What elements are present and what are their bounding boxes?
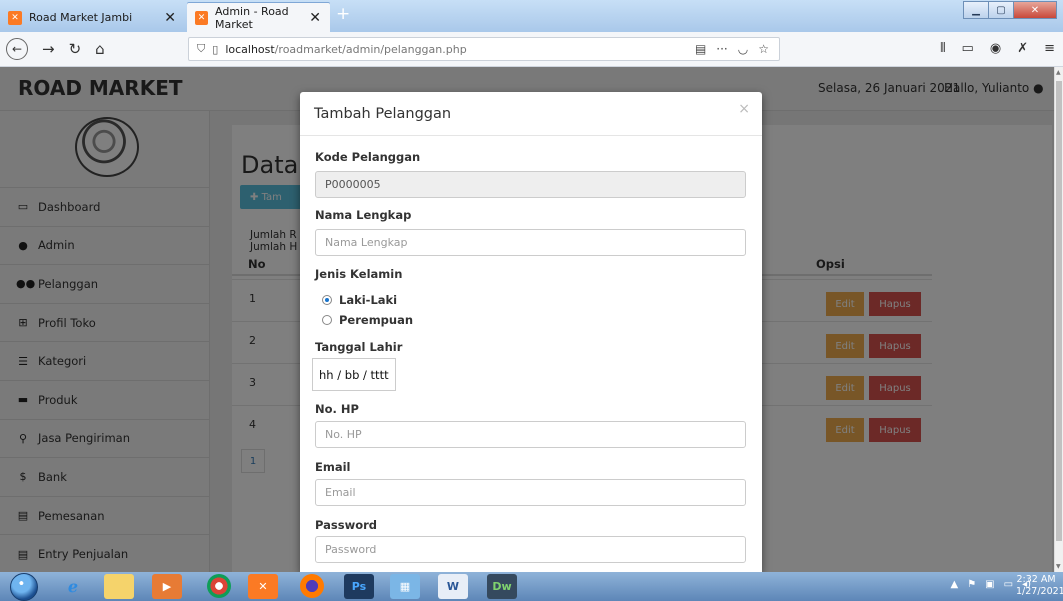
close-tab-icon[interactable]: ✕ (309, 10, 321, 26)
url-path: /roadmarket/admin/pelanggan.php (274, 42, 467, 56)
email-label: Email (315, 460, 351, 474)
tab-title: Admin - Road Market (215, 4, 289, 31)
no-hp-label: No. HP (315, 402, 359, 416)
modal-title: Tambah Pelanggan (314, 106, 452, 122)
pocket-icon[interactable]: ◡ (738, 42, 748, 56)
media-player-icon[interactable]: ▶ (152, 574, 182, 599)
address-bar[interactable]: ⛉ ▯ localhost/roadmarket/admin/pelanggan… (188, 37, 780, 61)
back-icon[interactable]: ← (6, 38, 28, 60)
library-icon[interactable]: ⫴ (940, 41, 945, 56)
minimize-icon[interactable]: ▁ (963, 1, 989, 19)
radio-perempuan[interactable]: Perempuan (322, 313, 413, 327)
radio-laki-laki[interactable]: Laki-Laki (322, 293, 397, 307)
xampp-icon: ✕ (8, 10, 22, 25)
chrome-icon[interactable] (207, 574, 231, 598)
home-icon[interactable]: ⌂ (95, 40, 105, 58)
new-tab-icon[interactable]: + (336, 4, 350, 24)
jenis-kelamin-label: Jenis Kelamin (315, 267, 403, 281)
tab-title: Road Market Jambi (29, 11, 133, 24)
tanggal-lahir-input[interactable]: hh / bb / tttt (312, 358, 396, 391)
bookmark-star-icon[interactable]: ☆ (758, 42, 769, 56)
browser-tab-admin[interactable]: ✕ Admin - Road Market ✕ (187, 3, 330, 32)
radio-selected-icon (322, 295, 332, 305)
scroll-down-icon[interactable]: ▼ (1056, 563, 1061, 570)
shield-icon: ⛉ (197, 42, 206, 55)
xampp-icon: ✕ (195, 10, 209, 25)
more-icon[interactable]: ··· (716, 42, 727, 56)
clock-date: 1/27/2021 (1016, 586, 1063, 597)
page-scrollbar[interactable]: ▲ ▼ (1054, 67, 1063, 572)
radio-unselected-icon (322, 315, 332, 325)
sidebar-icon[interactable]: ▭ (962, 41, 974, 56)
radio-label: Laki-Laki (339, 293, 398, 307)
close-tab-icon[interactable]: ✕ (164, 10, 176, 26)
window-controls: ▁ ▢ ✕ (963, 1, 1057, 19)
extension-icon[interactable]: ✗ (1017, 41, 1028, 56)
maximize-icon[interactable]: ▢ (988, 1, 1014, 19)
password-input[interactable] (315, 536, 746, 563)
reload-icon[interactable]: ↻ (69, 40, 82, 58)
file-explorer-icon[interactable] (104, 574, 134, 599)
network-icon[interactable]: ▭ (1004, 579, 1013, 590)
word-icon[interactable]: W (438, 574, 468, 599)
calculator-icon[interactable]: ▦ (390, 574, 420, 599)
account-icon[interactable]: ◉ (990, 41, 1001, 56)
nama-lengkap-label: Nama Lengkap (315, 208, 412, 222)
tanggal-lahir-label: Tanggal Lahir (315, 340, 403, 354)
password-label: Password (315, 518, 377, 532)
radio-label: Perempuan (339, 313, 414, 327)
browser-nav-bar: ← → ↻ ⌂ ⛉ ▯ localhost/roadmarket/admin/p… (0, 32, 1063, 67)
scroll-up-icon[interactable]: ▲ (1056, 69, 1061, 76)
flag-icon[interactable]: ⚑ (967, 579, 976, 590)
photoshop-icon[interactable]: Ps (344, 574, 374, 599)
browser-tab-bar: ✕ Road Market Jambi ✕ ✕ Admin - Road Mar… (0, 0, 1063, 32)
close-icon[interactable]: × (738, 101, 750, 117)
firefox-icon[interactable] (300, 574, 324, 598)
internet-explorer-icon[interactable]: ℯ (58, 574, 88, 599)
modal-header: Tambah Pelanggan × (300, 92, 762, 136)
tray-expand-icon[interactable]: ▲ (951, 579, 959, 590)
clock-time: 2:32 AM (1016, 574, 1056, 585)
close-window-icon[interactable]: ✕ (1013, 1, 1057, 19)
add-customer-modal: Tambah Pelanggan × Kode Pelanggan Nama L… (300, 92, 762, 572)
kode-pelanggan-field[interactable] (315, 171, 746, 198)
menu-icon[interactable]: ≡ (1044, 41, 1055, 56)
nama-lengkap-input[interactable] (315, 229, 746, 256)
no-hp-input[interactable] (315, 421, 746, 448)
browser-tab-road-market-jambi[interactable]: ✕ Road Market Jambi ✕ (0, 3, 185, 32)
reader-icon[interactable]: ▤ (695, 42, 706, 56)
taskbar-clock[interactable]: 2:32 AM 1/27/2021 (1016, 574, 1063, 598)
windows-taskbar: ℯ ▶ ✕ Ps ▦ W Dw ▲ ⚑ ▣ ▭ ◂) 2:32 AM 1/27/… (0, 572, 1063, 601)
forward-icon[interactable]: → (42, 40, 55, 58)
start-button-icon[interactable] (10, 573, 38, 601)
email-input[interactable] (315, 479, 746, 506)
page-icon: ▯ (212, 42, 219, 56)
url-host: localhost (225, 42, 275, 56)
scrollbar-thumb[interactable] (1056, 81, 1062, 541)
power-icon[interactable]: ▣ (985, 579, 994, 590)
xampp-taskbar-icon[interactable]: ✕ (248, 574, 278, 599)
kode-pelanggan-label: Kode Pelanggan (315, 150, 421, 164)
dreamweaver-icon[interactable]: Dw (487, 574, 517, 599)
